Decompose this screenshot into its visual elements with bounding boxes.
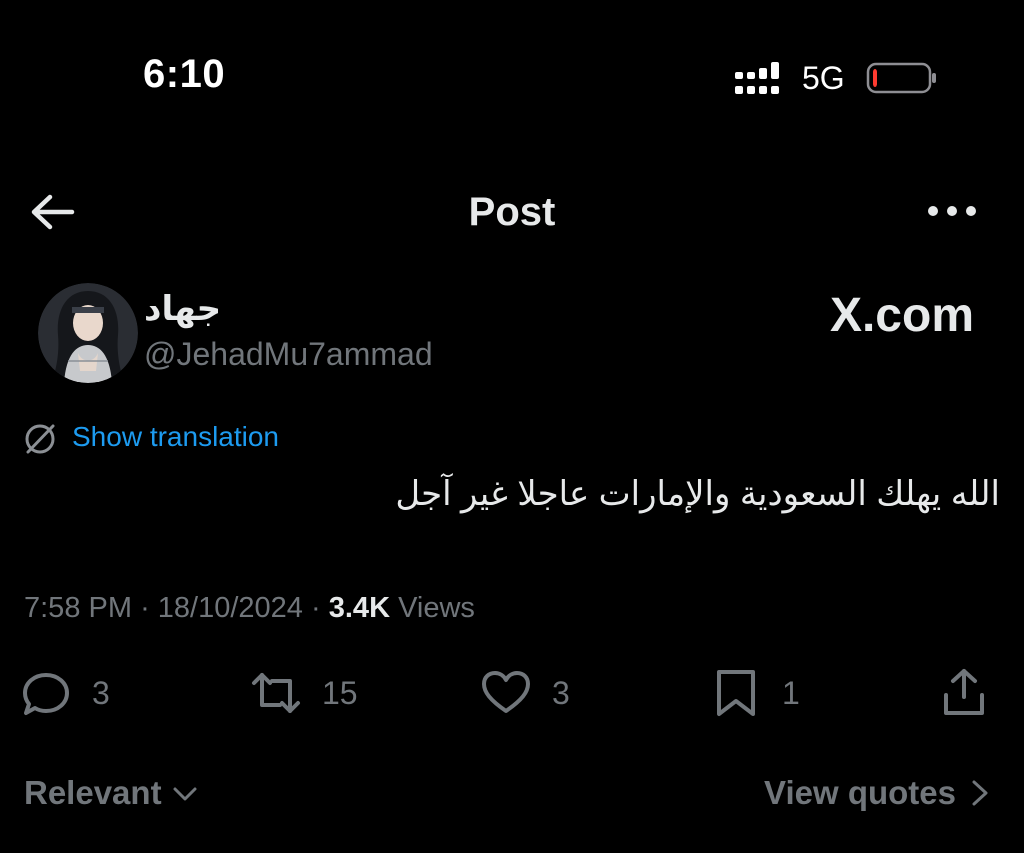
reply-count: 3: [92, 674, 110, 711]
battery-icon: [866, 62, 936, 94]
bookmark-icon: [717, 670, 755, 716]
avatar[interactable]: [38, 283, 138, 383]
chevron-right-icon: [972, 780, 988, 806]
post-meta: 7:58 PM · 18/10/2024 · 3.4K Views: [24, 592, 475, 625]
share-icon: [944, 669, 984, 715]
bookmark-button[interactable]: 1: [710, 667, 800, 719]
network-type: 5G: [802, 60, 845, 96]
post-text: الله يهلك السعودية والإمارات عاجلا غير آ…: [395, 475, 1000, 513]
status-time: 6:10: [143, 52, 226, 96]
repost-icon: [252, 673, 300, 713]
show-translation-link[interactable]: Show translation: [72, 421, 279, 453]
like-count: 3: [552, 674, 570, 711]
meta-separator: ·: [140, 592, 150, 624]
more-options-icon[interactable]: [925, 196, 979, 226]
bookmark-count: 1: [782, 674, 800, 711]
repost-count: 15: [322, 674, 358, 711]
post-date[interactable]: 18/10/2024: [158, 592, 303, 624]
like-button[interactable]: 3: [480, 667, 570, 719]
page-title: Post: [468, 190, 556, 234]
view-quotes-link[interactable]: View quotes: [764, 774, 992, 812]
views-label: Views: [398, 592, 475, 624]
share-button[interactable]: [938, 667, 990, 719]
display-name[interactable]: جهاد: [144, 289, 221, 329]
views-count: 3.4K: [328, 592, 391, 624]
post-time[interactable]: 7:58 PM: [24, 592, 132, 624]
signal-icon: [735, 62, 779, 94]
meta-separator: ·: [311, 592, 321, 624]
watermark-logo: X.com: [829, 289, 974, 342]
sort-dropdown[interactable]: Relevant: [24, 774, 198, 812]
chevron-down-icon: [173, 787, 197, 801]
view-quotes-label: View quotes: [764, 774, 956, 811]
heart-icon: [482, 671, 530, 713]
translate-slash-icon: [25, 424, 55, 454]
reply-icon: [23, 673, 69, 715]
repost-button[interactable]: 15: [250, 667, 358, 719]
reply-button[interactable]: 3: [20, 667, 110, 719]
battery-level: [873, 69, 877, 87]
sort-label: Relevant: [24, 774, 162, 811]
user-handle[interactable]: @JehadMu7ammad: [144, 336, 433, 373]
